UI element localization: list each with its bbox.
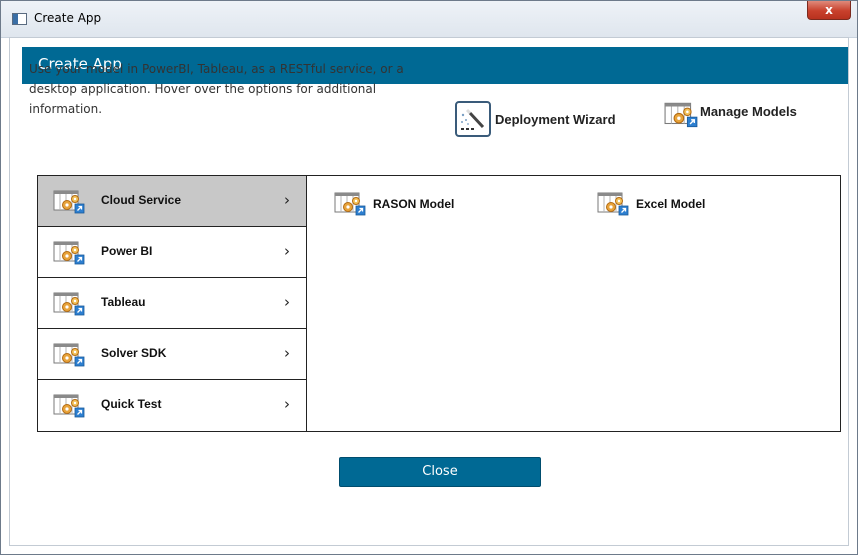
excel-model-option[interactable]: Excel Model (597, 190, 705, 218)
close-button[interactable]: Close (339, 457, 541, 487)
model-gear-icon (597, 190, 629, 218)
sidebar-item-label: Cloud Service (101, 193, 182, 207)
description-text: Use your model in PowerBI, Tableau, as a… (29, 62, 404, 116)
chevron-right-icon: › (284, 191, 290, 209)
manage-models-button[interactable]: Manage Models (664, 101, 797, 129)
chevron-right-icon: › (284, 344, 290, 362)
excel-model-label: Excel Model (636, 197, 706, 211)
deployment-wizard-button[interactable]: Deployment Wizard (455, 101, 616, 137)
sidebar-item-label: Quick Test (101, 397, 162, 411)
model-gear-icon (53, 341, 85, 369)
create-app-window: Create App x Create App Use your model i… (0, 0, 858, 555)
sidebar-item-quick-test[interactable]: Quick Test › (38, 380, 306, 431)
model-gear-icon (53, 239, 85, 267)
rason-model-option[interactable]: RASON Model (334, 190, 454, 218)
sidebar-item-label: Solver SDK (101, 346, 167, 360)
deployment-wizard-label: Deployment Wizard (495, 111, 616, 127)
chevron-right-icon: › (284, 242, 290, 260)
model-gear-icon (664, 101, 698, 129)
sidebar-item-power-bi[interactable]: Power BI › (38, 227, 306, 278)
manage-models-label: Manage Models (700, 103, 797, 119)
sidebar-item-label: Power BI (101, 244, 153, 258)
chevron-right-icon: › (284, 293, 290, 311)
sidebar-item-cloud-service[interactable]: Cloud Service › (38, 176, 306, 227)
sidebar-item-tableau[interactable]: Tableau › (38, 278, 306, 329)
wand-icon (455, 101, 491, 137)
sidebar-item-label: Tableau (101, 295, 146, 309)
rason-model-label: RASON Model (373, 197, 455, 211)
app-icon (12, 13, 27, 25)
sidebar-item-solver-sdk[interactable]: Solver SDK › (38, 329, 306, 380)
model-gear-icon (53, 188, 85, 216)
model-gear-icon (334, 190, 366, 218)
model-gear-icon (53, 392, 85, 420)
app-type-panel: Cloud Service › Power BI › Tableau › Sol… (37, 175, 841, 432)
chevron-right-icon: › (284, 395, 290, 413)
window-title: Create App (34, 11, 102, 25)
model-gear-icon (53, 290, 85, 318)
window-close-button[interactable]: x (807, 1, 851, 20)
app-type-sidebar: Cloud Service › Power BI › Tableau › Sol… (38, 176, 307, 431)
title-bar[interactable]: Create App x (1, 1, 857, 38)
